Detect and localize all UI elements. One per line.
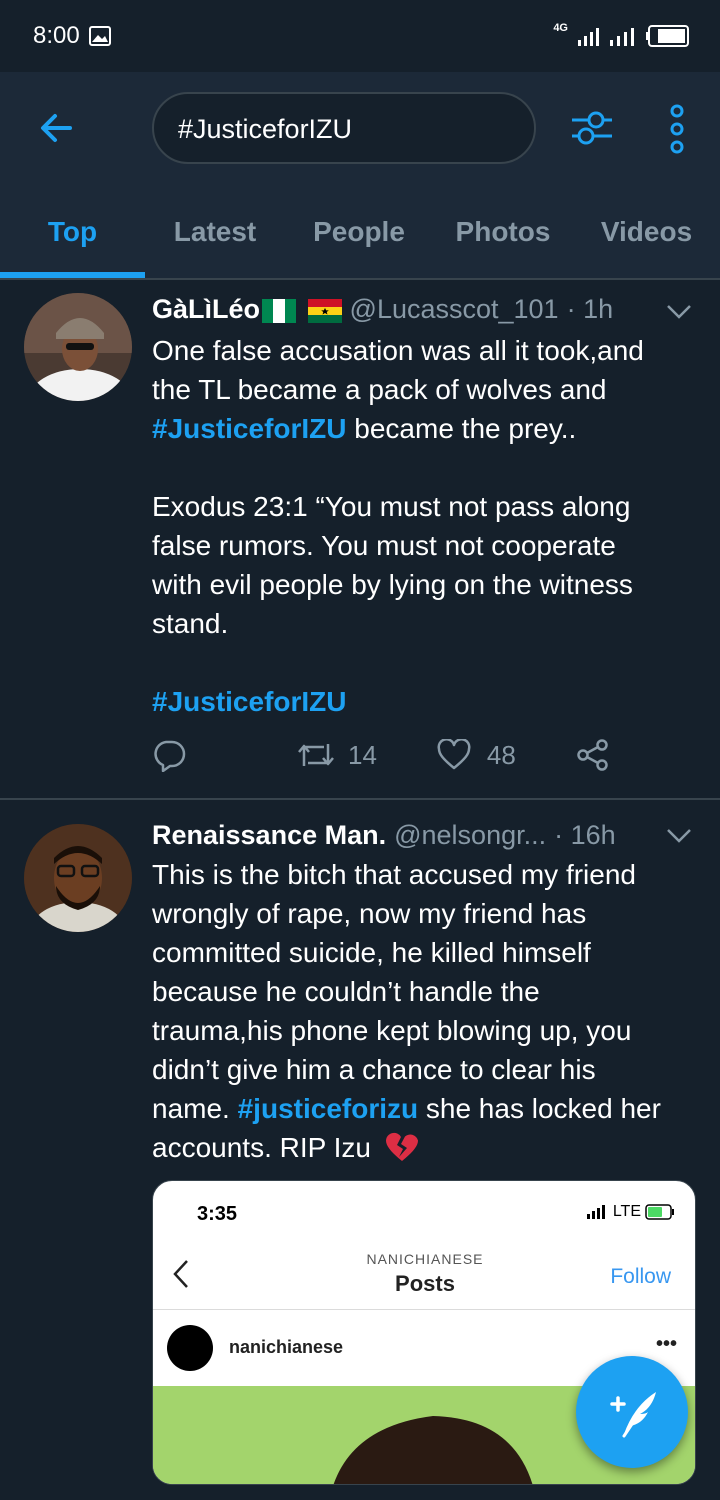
back-arrow-icon[interactable] <box>36 108 76 148</box>
search-query: #JusticeforIZU <box>178 114 353 144</box>
image-icon <box>89 26 111 46</box>
avatar[interactable] <box>24 293 132 401</box>
tab-people[interactable]: People <box>285 208 433 280</box>
tweet-time: · 16h <box>554 820 616 850</box>
embed-network: LTE <box>612 1203 641 1220</box>
tweet-actions: 14 48 <box>152 738 610 772</box>
avatar[interactable] <box>24 824 132 932</box>
embed-signal-icon <box>586 1205 605 1219</box>
author-handle: @Lucasscot_101 <box>349 294 559 324</box>
tweet-time: · 1h <box>566 294 614 324</box>
battery-icon <box>646 25 689 47</box>
like-icon[interactable] <box>437 739 471 771</box>
status-indicators: 4G <box>553 22 690 50</box>
tab-videos[interactable]: Videos <box>573 208 720 280</box>
signal-icon-2 <box>610 28 634 46</box>
tab-top[interactable]: Top <box>0 208 145 280</box>
chevron-down-icon[interactable] <box>666 828 692 844</box>
tab-latest[interactable]: Latest <box>145 208 285 280</box>
share-icon[interactable] <box>576 738 610 772</box>
status-time: 8:00 <box>33 22 80 49</box>
tweet[interactable]: GàLìLéo @Lucasscot_101 · 1h One false ac… <box>0 280 720 800</box>
avatar-image <box>24 824 132 932</box>
reply-icon[interactable] <box>152 738 186 772</box>
embed-more-icon: ••• <box>655 1333 677 1355</box>
search-input[interactable]: #JusticeforIZU <box>152 92 536 164</box>
status-bar: 8:00 4G <box>0 0 720 72</box>
embed-avatar <box>167 1325 213 1371</box>
tweet-text: One false accusation was all it took,and… <box>152 335 644 717</box>
embed-divider <box>153 1309 695 1310</box>
hashtag-link[interactable]: #JusticeforIZU <box>152 413 347 444</box>
embed-battery-icon <box>645 1204 674 1220</box>
tweet-header: Renaissance Man. @nelsongr... · 16h <box>152 820 616 851</box>
network-type: 4G <box>553 21 568 34</box>
chevron-down-icon[interactable] <box>666 304 692 320</box>
embed-follow: Follow <box>610 1265 671 1288</box>
search-tabs: Top Latest People Photos Videos <box>0 208 720 280</box>
signal-icon <box>578 28 599 46</box>
author-name[interactable]: Renaissance Man. <box>152 820 386 851</box>
compose-feather-icon <box>610 1392 656 1438</box>
author-name[interactable]: GàLìLéo <box>152 294 260 325</box>
broken-heart-icon <box>385 1132 418 1161</box>
author-flags <box>262 294 342 325</box>
ghana-flag-icon <box>307 298 342 323</box>
hashtag-link[interactable]: #justiceforizu <box>238 1093 418 1124</box>
compose-tweet-button[interactable] <box>576 1356 688 1468</box>
hashtag-link[interactable]: #JusticeforIZU <box>152 686 347 717</box>
more-vertical-icon[interactable] <box>660 104 694 154</box>
avatar-image <box>24 293 132 401</box>
retweet-count: 14 <box>348 739 377 770</box>
embed-username: nanichianese <box>229 1337 344 1357</box>
filter-icon[interactable] <box>568 104 616 152</box>
tweet-header: GàLìLéo @Lucasscot_101 · 1h <box>152 294 613 325</box>
tweet-text: This is the bitch that accused my friend… <box>152 859 661 1163</box>
retweet-icon[interactable] <box>296 738 336 772</box>
like-count: 48 <box>486 739 516 770</box>
tab-photos[interactable]: Photos <box>433 208 573 280</box>
nigeria-flag-icon <box>262 298 297 323</box>
embed-status-time: 3:35 <box>197 1203 238 1225</box>
author-handle: @nelsongr... <box>394 820 547 850</box>
embed-status-indicators: LTE <box>586 1203 675 1221</box>
